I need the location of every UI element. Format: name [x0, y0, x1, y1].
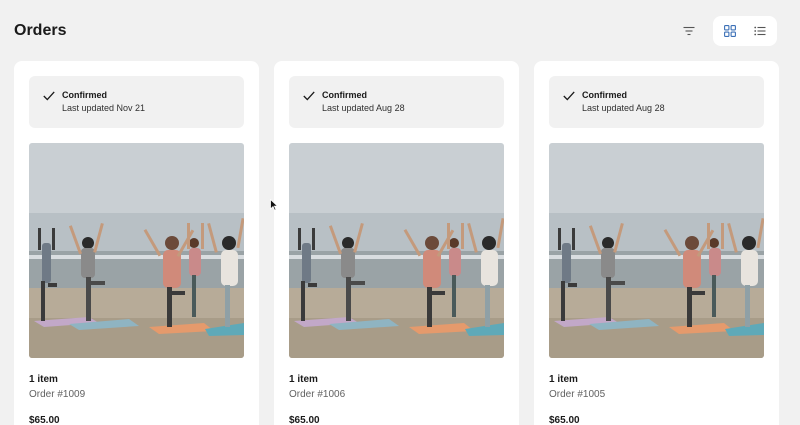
order-price: $65.00	[549, 415, 580, 425]
last-updated: Last updated Aug 28	[582, 103, 665, 113]
grid-view-button[interactable]	[716, 17, 744, 45]
order-card-list: Confirmed Last updated Nov 21 1 item Ord…	[14, 61, 779, 425]
order-status: Confirmed Last updated Nov 21	[29, 76, 244, 128]
header-tools	[675, 16, 777, 46]
product-image[interactable]	[29, 143, 244, 358]
list-view-button[interactable]	[746, 17, 774, 45]
item-count: 1 item	[29, 374, 58, 385]
status-label: Confirmed	[582, 90, 627, 100]
page-header: Orders	[14, 16, 777, 46]
view-toggle	[713, 16, 777, 46]
filter-button[interactable]	[675, 17, 703, 45]
order-number: Order #1006	[289, 389, 346, 400]
status-text: Confirmed Last updated Nov 21	[62, 90, 145, 113]
order-status: Confirmed Last updated Aug 28	[549, 76, 764, 128]
order-card[interactable]: Confirmed Last updated Nov 21 1 item Ord…	[14, 61, 259, 425]
filter-icon	[683, 26, 695, 36]
checkmark-icon	[43, 91, 55, 101]
mouse-cursor-icon	[270, 199, 278, 211]
page-title: Orders	[14, 22, 67, 39]
order-status: Confirmed Last updated Aug 28	[289, 76, 504, 128]
order-number: Order #1009	[29, 389, 86, 400]
product-image[interactable]	[289, 143, 504, 358]
order-card[interactable]: Confirmed Last updated Aug 28 1 item Ord…	[534, 61, 779, 425]
status-label: Confirmed	[322, 90, 367, 100]
order-card[interactable]: Confirmed Last updated Aug 28 1 item Ord…	[274, 61, 519, 425]
checkmark-icon	[563, 91, 575, 101]
item-count: 1 item	[549, 374, 578, 385]
item-count: 1 item	[289, 374, 318, 385]
list-view-icon	[754, 26, 766, 36]
status-label: Confirmed	[62, 90, 107, 100]
checkmark-icon	[303, 91, 315, 101]
order-price: $65.00	[289, 415, 320, 425]
order-price: $65.00	[29, 415, 60, 425]
last-updated: Last updated Aug 28	[322, 103, 405, 113]
grid-view-icon	[724, 25, 736, 37]
product-image[interactable]	[549, 143, 764, 358]
order-number: Order #1005	[549, 389, 606, 400]
status-text: Confirmed Last updated Aug 28	[582, 90, 665, 113]
status-text: Confirmed Last updated Aug 28	[322, 90, 405, 113]
last-updated: Last updated Nov 21	[62, 103, 146, 113]
